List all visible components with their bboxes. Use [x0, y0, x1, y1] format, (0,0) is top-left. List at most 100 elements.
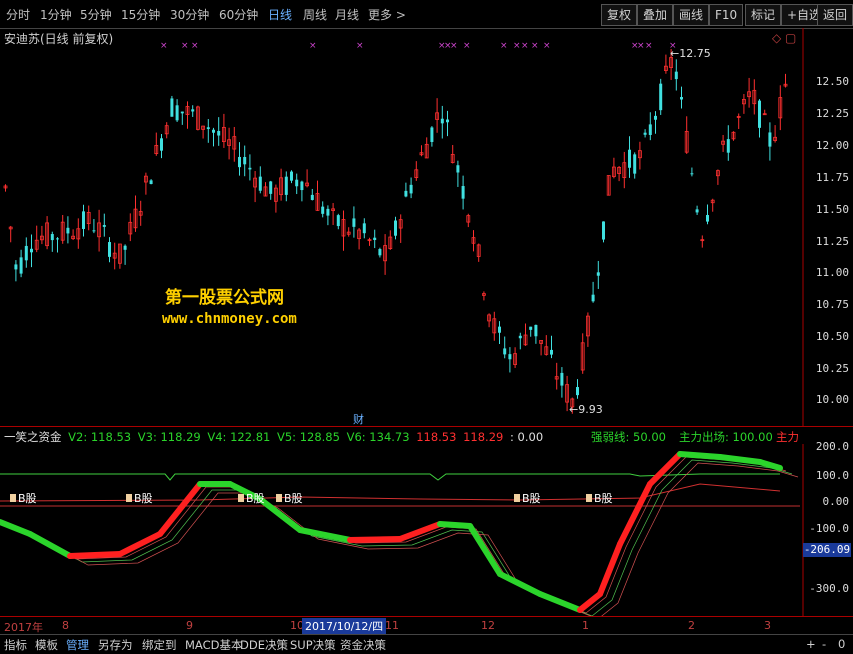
- indicator-y-label: 200.0: [815, 440, 849, 453]
- candle-body: [248, 167, 252, 170]
- date-tick: 12: [481, 619, 495, 632]
- fund-segment: [647, 451, 683, 487]
- period-daily[interactable]: 日线: [268, 6, 292, 23]
- price-label: 11.50: [815, 203, 849, 216]
- period-monthly[interactable]: 月线: [335, 6, 359, 23]
- candle-body: [321, 206, 325, 214]
- tab-manage[interactable]: 管理: [66, 637, 89, 653]
- main-force-label: 主力: [776, 430, 799, 444]
- indicator-divider: [0, 426, 853, 427]
- fund-segment: [617, 481, 653, 547]
- signal-marker: ×: [309, 41, 317, 51]
- period-30min[interactable]: 30分钟: [170, 6, 209, 23]
- candle-body: [362, 223, 366, 234]
- date-axis: 2017年 8 9 10 2017/10/12/四 11 12 1 2 3: [0, 616, 853, 635]
- candle-body: [300, 181, 304, 191]
- signal-marker: ×: [645, 41, 653, 51]
- candle-body: [602, 221, 605, 240]
- period-15min[interactable]: 15分钟: [121, 6, 160, 23]
- candle-body: [695, 209, 699, 213]
- indicator-chart: B股 B股 B股 B股 B股 B股: [0, 444, 804, 616]
- f10-button[interactable]: F10: [709, 4, 744, 26]
- period-1min[interactable]: 1分钟: [40, 6, 72, 23]
- price-label: 10.50: [815, 330, 849, 343]
- candle-body: [404, 190, 408, 197]
- zoom-out-button[interactable]: -: [822, 637, 826, 651]
- adjust-button[interactable]: 复权: [601, 4, 638, 26]
- indicator-y-label: 100.0: [815, 469, 849, 482]
- price-label: 11.00: [815, 266, 849, 279]
- candle-body: [659, 83, 663, 111]
- candle-body: [212, 129, 215, 133]
- candle-body: [409, 184, 413, 194]
- indicator-value: 118.53: [412, 430, 457, 444]
- mark-button[interactable]: 标记: [745, 4, 782, 26]
- candle-body: [149, 180, 153, 185]
- candle-body: [92, 230, 96, 232]
- buy-signal-label: B股: [134, 492, 153, 505]
- candle-body: [643, 132, 647, 135]
- fund-line: [0, 453, 781, 611]
- period-toolbar: 分时 1分钟 5分钟 15分钟 30分钟 60分钟 日线 周线 月线 更多 > …: [0, 0, 853, 29]
- tab-macd[interactable]: MACD基本: [185, 637, 242, 653]
- zoom-reset-button[interactable]: 0: [838, 637, 845, 651]
- candle-body: [461, 186, 465, 199]
- buy-signal-label: B股: [246, 492, 265, 505]
- period-more[interactable]: 更多 >: [368, 6, 406, 23]
- tab-bind-to[interactable]: 绑定到: [142, 637, 177, 653]
- buy-signal-icon: [10, 494, 16, 502]
- candle-body: [326, 208, 330, 216]
- signal-marker: ×: [500, 41, 508, 51]
- fund-segment: [677, 451, 723, 460]
- tab-template[interactable]: 模板: [35, 637, 58, 653]
- candle-body: [238, 156, 241, 168]
- tab-fund[interactable]: 资金决策: [340, 637, 386, 653]
- price-label: 12.25: [815, 107, 849, 120]
- signal-marker: ×: [531, 41, 539, 51]
- signal-marker: ×: [543, 41, 551, 51]
- indicator-tab-bar: 指标 模板 管理 另存为 绑定到 MACD基本 DDE决策 SUP决策 资金决策…: [0, 634, 853, 654]
- zoom-in-button[interactable]: +: [806, 637, 816, 651]
- finance-marker[interactable]: 财: [353, 411, 364, 427]
- candle-body: [430, 127, 434, 142]
- candle-body: [508, 354, 512, 360]
- candle-body: [628, 149, 631, 168]
- candle-body: [56, 238, 59, 240]
- candle-body: [706, 215, 709, 222]
- date-tick: 11: [385, 619, 399, 632]
- candle-body: [446, 119, 449, 123]
- buy-signal-icon: [514, 494, 520, 502]
- fund-segment: [577, 591, 603, 613]
- signal-marker: ×: [356, 41, 364, 51]
- current-value-badge: -206.09: [803, 543, 851, 557]
- draw-line-button[interactable]: 画线: [673, 4, 710, 26]
- indicator-value: V3: 118.29: [134, 430, 201, 444]
- fund-segment: [717, 454, 763, 465]
- back-button[interactable]: 返回: [817, 4, 853, 26]
- period-5min[interactable]: 5分钟: [80, 6, 112, 23]
- tab-indicator[interactable]: 指标: [4, 637, 27, 653]
- candle-body: [654, 115, 657, 120]
- candle-body: [310, 194, 314, 200]
- candle-body: [19, 257, 23, 274]
- period-60min[interactable]: 60分钟: [219, 6, 258, 23]
- indicator-y-label: -100.0: [809, 522, 849, 535]
- period-weekly[interactable]: 周线: [303, 6, 327, 23]
- candle-body: [30, 248, 33, 253]
- indicator-name[interactable]: 一笑之资金: [4, 430, 62, 444]
- candle-body: [102, 225, 106, 227]
- candle-body: [648, 124, 652, 135]
- price-label: 10.75: [815, 298, 849, 311]
- signal-marker: ×: [160, 41, 168, 51]
- tab-sup[interactable]: SUP决策: [290, 637, 336, 653]
- period-fenshi[interactable]: 分时: [6, 6, 30, 23]
- candle-body: [394, 220, 397, 236]
- indicator-value: V4: 122.81: [203, 430, 271, 444]
- candle-body: [560, 372, 564, 386]
- tab-save-as[interactable]: 另存为: [98, 637, 133, 653]
- tab-dde[interactable]: DDE决策: [240, 637, 288, 653]
- date-tick: 8: [62, 619, 69, 632]
- indicator-header: 一笑之资金 V2: 118.53 V3: 118.29 V4: 122.81 V…: [4, 429, 543, 445]
- candle-body: [206, 127, 210, 130]
- overlay-button[interactable]: 叠加: [637, 4, 674, 26]
